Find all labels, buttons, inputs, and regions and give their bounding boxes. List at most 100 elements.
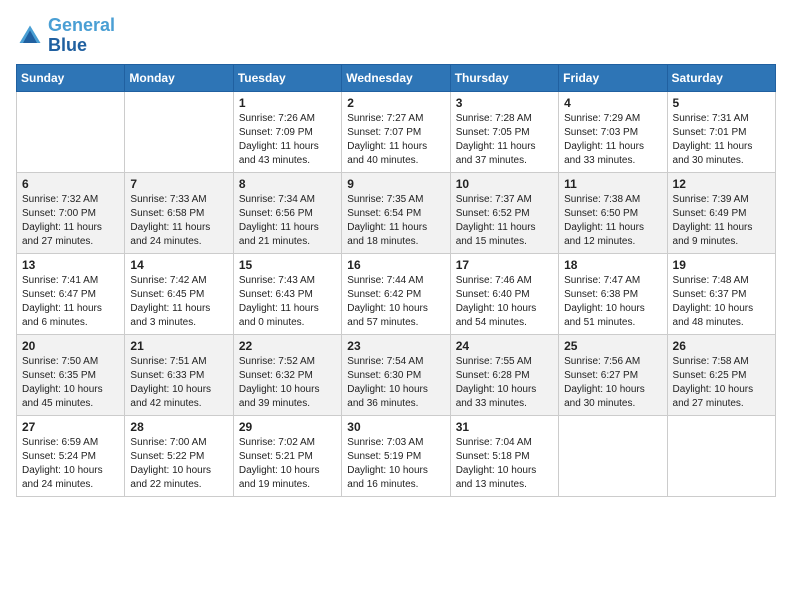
day-number: 20: [22, 339, 119, 353]
day-number: 9: [347, 177, 444, 191]
day-number: 21: [130, 339, 227, 353]
day-number: 12: [673, 177, 770, 191]
day-number: 24: [456, 339, 553, 353]
cell-info: Sunrise: 7:54 AM Sunset: 6:30 PM Dayligh…: [347, 355, 444, 411]
calendar-body: 1 Sunrise: 7:26 AM Sunset: 7:09 PM Daylig…: [17, 91, 776, 496]
calendar-cell: 6Sunrise: 7:32 AM Sunset: 7:00 PM Daylig…: [17, 172, 125, 253]
calendar-cell: [125, 91, 233, 172]
cell-info: Sunrise: 7:02 AM Sunset: 5:21 PM Dayligh…: [239, 436, 336, 492]
calendar-cell: 25 Sunrise: 7:56 AM Sunset: 6:27 PM Dayli…: [559, 334, 667, 415]
calendar-cell: 21 Sunrise: 7:51 AM Sunset: 6:33 PM Dayli…: [125, 334, 233, 415]
day-number: 25: [564, 339, 661, 353]
calendar-week-row: 6Sunrise: 7:32 AM Sunset: 7:00 PM Daylig…: [17, 172, 776, 253]
day-number: 6: [22, 177, 119, 191]
cell-info: Sunrise: 7:03 AM Sunset: 5:19 PM Dayligh…: [347, 436, 444, 492]
day-number: 19: [673, 258, 770, 272]
day-header: Saturday: [667, 64, 775, 91]
cell-info: Sunrise: 7:46 AM Sunset: 6:40 PM Dayligh…: [456, 274, 553, 330]
logo-text: General Blue: [48, 16, 115, 56]
calendar-week-row: 13 Sunrise: 7:41 AM Sunset: 6:47 PM Dayli…: [17, 253, 776, 334]
calendar-cell: 24 Sunrise: 7:55 AM Sunset: 6:28 PM Dayli…: [450, 334, 558, 415]
logo: General Blue: [16, 16, 115, 56]
calendar-cell: 10 Sunrise: 7:37 AM Sunset: 6:52 PM Dayli…: [450, 172, 558, 253]
calendar-cell: 4Sunrise: 7:29 AM Sunset: 7:03 PM Daylig…: [559, 91, 667, 172]
calendar-cell: 19 Sunrise: 7:48 AM Sunset: 6:37 PM Dayli…: [667, 253, 775, 334]
day-number: 28: [130, 420, 227, 434]
cell-info: Sunrise: 7:26 AM Sunset: 7:09 PM Dayligh…: [239, 112, 336, 168]
page-header: General Blue: [16, 16, 776, 56]
day-number: 27: [22, 420, 119, 434]
day-number: 18: [564, 258, 661, 272]
calendar-cell: 18Sunrise: 7:47 AM Sunset: 6:38 PM Dayli…: [559, 253, 667, 334]
cell-info: Sunrise: 7:28 AM Sunset: 7:05 PM Dayligh…: [456, 112, 553, 168]
day-number: 15: [239, 258, 336, 272]
cell-info: Sunrise: 7:43 AM Sunset: 6:43 PM Dayligh…: [239, 274, 336, 330]
cell-info: Sunrise: 7:51 AM Sunset: 6:33 PM Dayligh…: [130, 355, 227, 411]
day-number: 14: [130, 258, 227, 272]
cell-info: Sunrise: 7:35 AM Sunset: 6:54 PM Dayligh…: [347, 193, 444, 249]
calendar-cell: 17Sunrise: 7:46 AM Sunset: 6:40 PM Dayli…: [450, 253, 558, 334]
cell-info: Sunrise: 7:44 AM Sunset: 6:42 PM Dayligh…: [347, 274, 444, 330]
day-header: Sunday: [17, 64, 125, 91]
cell-info: Sunrise: 6:59 AM Sunset: 5:24 PM Dayligh…: [22, 436, 119, 492]
calendar-cell: 23 Sunrise: 7:54 AM Sunset: 6:30 PM Dayli…: [342, 334, 450, 415]
day-number: 7: [130, 177, 227, 191]
day-number: 4: [564, 96, 661, 110]
calendar-cell: 12 Sunrise: 7:39 AM Sunset: 6:49 PM Dayli…: [667, 172, 775, 253]
day-number: 11: [564, 177, 661, 191]
day-number: 31: [456, 420, 553, 434]
cell-info: Sunrise: 7:58 AM Sunset: 6:25 PM Dayligh…: [673, 355, 770, 411]
day-number: 5: [673, 96, 770, 110]
calendar-cell: 30 Sunrise: 7:03 AM Sunset: 5:19 PM Dayli…: [342, 415, 450, 496]
calendar-cell: 13 Sunrise: 7:41 AM Sunset: 6:47 PM Dayli…: [17, 253, 125, 334]
cell-info: Sunrise: 7:31 AM Sunset: 7:01 PM Dayligh…: [673, 112, 770, 168]
day-number: 30: [347, 420, 444, 434]
calendar-cell: 22Sunrise: 7:52 AM Sunset: 6:32 PM Dayli…: [233, 334, 341, 415]
day-header: Thursday: [450, 64, 558, 91]
calendar-cell: 7Sunrise: 7:33 AM Sunset: 6:58 PM Daylig…: [125, 172, 233, 253]
day-header: Wednesday: [342, 64, 450, 91]
calendar-cell: 1 Sunrise: 7:26 AM Sunset: 7:09 PM Daylig…: [233, 91, 341, 172]
cell-info: Sunrise: 7:55 AM Sunset: 6:28 PM Dayligh…: [456, 355, 553, 411]
calendar-cell: 31 Sunrise: 7:04 AM Sunset: 5:18 PM Dayli…: [450, 415, 558, 496]
day-number: 29: [239, 420, 336, 434]
cell-info: Sunrise: 7:00 AM Sunset: 5:22 PM Dayligh…: [130, 436, 227, 492]
calendar-cell: 3Sunrise: 7:28 AM Sunset: 7:05 PM Daylig…: [450, 91, 558, 172]
cell-info: Sunrise: 7:48 AM Sunset: 6:37 PM Dayligh…: [673, 274, 770, 330]
calendar-cell: 11Sunrise: 7:38 AM Sunset: 6:50 PM Dayli…: [559, 172, 667, 253]
cell-info: Sunrise: 7:34 AM Sunset: 6:56 PM Dayligh…: [239, 193, 336, 249]
calendar-cell: 15 Sunrise: 7:43 AM Sunset: 6:43 PM Dayli…: [233, 253, 341, 334]
calendar-week-row: 27 Sunrise: 6:59 AM Sunset: 5:24 PM Dayli…: [17, 415, 776, 496]
calendar-cell: 8Sunrise: 7:34 AM Sunset: 6:56 PM Daylig…: [233, 172, 341, 253]
calendar-cell: 26 Sunrise: 7:58 AM Sunset: 6:25 PM Dayli…: [667, 334, 775, 415]
cell-info: Sunrise: 7:04 AM Sunset: 5:18 PM Dayligh…: [456, 436, 553, 492]
day-number: 23: [347, 339, 444, 353]
calendar-week-row: 1 Sunrise: 7:26 AM Sunset: 7:09 PM Daylig…: [17, 91, 776, 172]
cell-info: Sunrise: 7:39 AM Sunset: 6:49 PM Dayligh…: [673, 193, 770, 249]
logo-icon: [16, 22, 44, 50]
calendar-cell: 28 Sunrise: 7:00 AM Sunset: 5:22 PM Dayli…: [125, 415, 233, 496]
calendar-cell: 2Sunrise: 7:27 AM Sunset: 7:07 PM Daylig…: [342, 91, 450, 172]
day-header: Friday: [559, 64, 667, 91]
cell-info: Sunrise: 7:42 AM Sunset: 6:45 PM Dayligh…: [130, 274, 227, 330]
day-number: 16: [347, 258, 444, 272]
calendar-week-row: 20Sunrise: 7:50 AM Sunset: 6:35 PM Dayli…: [17, 334, 776, 415]
day-number: 26: [673, 339, 770, 353]
calendar-cell: [667, 415, 775, 496]
day-number: 10: [456, 177, 553, 191]
day-number: 13: [22, 258, 119, 272]
day-number: 1: [239, 96, 336, 110]
calendar-cell: 27 Sunrise: 6:59 AM Sunset: 5:24 PM Dayli…: [17, 415, 125, 496]
cell-info: Sunrise: 7:37 AM Sunset: 6:52 PM Dayligh…: [456, 193, 553, 249]
cell-info: Sunrise: 7:56 AM Sunset: 6:27 PM Dayligh…: [564, 355, 661, 411]
calendar-table: SundayMondayTuesdayWednesdayThursdayFrid…: [16, 64, 776, 497]
calendar-cell: 20Sunrise: 7:50 AM Sunset: 6:35 PM Dayli…: [17, 334, 125, 415]
calendar-cell: [559, 415, 667, 496]
cell-info: Sunrise: 7:27 AM Sunset: 7:07 PM Dayligh…: [347, 112, 444, 168]
calendar-cell: [17, 91, 125, 172]
calendar-cell: 16 Sunrise: 7:44 AM Sunset: 6:42 PM Dayli…: [342, 253, 450, 334]
calendar-cell: 29 Sunrise: 7:02 AM Sunset: 5:21 PM Dayli…: [233, 415, 341, 496]
calendar-cell: 9 Sunrise: 7:35 AM Sunset: 6:54 PM Daylig…: [342, 172, 450, 253]
cell-info: Sunrise: 7:52 AM Sunset: 6:32 PM Dayligh…: [239, 355, 336, 411]
cell-info: Sunrise: 7:41 AM Sunset: 6:47 PM Dayligh…: [22, 274, 119, 330]
